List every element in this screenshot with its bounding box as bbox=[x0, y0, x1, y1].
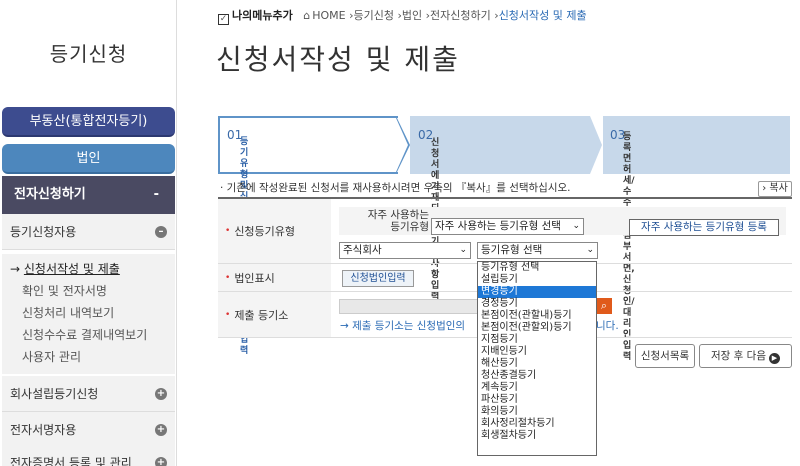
frequent-type-select[interactable]: 자주 사용하는 등기유형 선택 ⌄ bbox=[431, 218, 584, 235]
sidebar-section-esign[interactable]: 전자서명자용 + bbox=[2, 412, 175, 448]
dropdown-option[interactable]: 지배인등기 bbox=[478, 346, 596, 358]
registration-type-select[interactable]: 등기유형 선택 ⌄ bbox=[477, 242, 598, 259]
search-icon[interactable]: ⌕ bbox=[596, 298, 612, 314]
sidebar-ekey-header[interactable]: 전자신청하기 - bbox=[2, 176, 175, 214]
save-next-label: 저장 후 다음 bbox=[711, 350, 766, 362]
step-indicator: 01 등기유형 및 신청법인, 제출 등기소,등기사유 입력 02 신청서에 기… bbox=[218, 116, 790, 362]
breadcrumb-item[interactable]: 전자신청하기 bbox=[430, 9, 491, 22]
arrow-right-icon: → bbox=[10, 262, 21, 276]
form-row-type: • 신청등기유형 자주 사용하는 등기유형 자주 사용하는 등기유형 선택 ⌄ 자주 … bbox=[218, 199, 792, 264]
sidebar-item-payment[interactable]: 신청수수료 결제내역보기 bbox=[22, 326, 147, 343]
breadcrumb: ✓ 나의메뉴추가 ⌂ HOME ›등기신청 ›법인 ›전자신청하기 ›신청서작성 및… bbox=[218, 7, 587, 25]
register-frequent-type-button[interactable]: 자주 사용하는 등기유형 등록 bbox=[629, 219, 779, 236]
copy-notice: · 기존에 작성완료된 신청서를 재사용하시려면 우측의 『복사』를 선택하십시… bbox=[220, 182, 571, 194]
dropdown-option[interactable]: 본점이전(관할내)등기 bbox=[478, 310, 596, 322]
copy-button-label: 복사 bbox=[769, 183, 788, 194]
required-icon: • bbox=[225, 309, 231, 320]
sidebar-items: → 신청서작성 및 제출 확인 및 전자서명 신청처리 내역보기 신청수수료 결… bbox=[2, 254, 175, 374]
sidebar-section-company-label: 회사설립등기신청 bbox=[10, 387, 99, 401]
sidebar-section-apply-label: 등기신청자용 bbox=[10, 225, 77, 239]
plus-circle-icon[interactable]: + bbox=[155, 388, 167, 400]
breadcrumb-item[interactable]: 등기신청 bbox=[354, 9, 394, 22]
sidebar-item-sign[interactable]: 확인 및 전자서명 bbox=[22, 282, 107, 299]
step-arrow-inner bbox=[396, 118, 408, 172]
home-icon: ⌂ bbox=[303, 9, 311, 22]
chevron-down-icon: ⌄ bbox=[572, 221, 580, 231]
dropdown-option[interactable]: 해산등기 bbox=[478, 358, 596, 370]
dropdown-option[interactable]: 설립등기 bbox=[478, 274, 596, 286]
dropdown-option[interactable]: 파산등기 bbox=[478, 394, 596, 406]
dropdown-option[interactable]: 회생절차등기 bbox=[478, 430, 596, 442]
save-next-button[interactable]: 저장 후 다음 ▶ bbox=[699, 344, 792, 368]
dropdown-option[interactable]: 본점이전(관할외)등기 bbox=[478, 322, 596, 334]
dropdown-option[interactable]: 청산종결등기 bbox=[478, 370, 596, 382]
sidebar-item-history[interactable]: 신청처리 내역보기 bbox=[22, 304, 114, 321]
label-corp-display: • 법인표시 bbox=[218, 264, 331, 291]
sidebar-section-cert[interactable]: 전자증명서 등록 및 관리 + bbox=[2, 445, 175, 466]
minus-circle-icon[interactable]: – bbox=[155, 226, 167, 238]
dropdown-option[interactable]: 변경등기 bbox=[478, 286, 596, 298]
chevron-down-icon: ⌄ bbox=[586, 245, 594, 255]
step-arrow bbox=[590, 116, 602, 174]
required-icon: • bbox=[225, 272, 231, 283]
sidebar-realestate-button[interactable]: 부동산(통합전자등기) bbox=[2, 107, 175, 137]
checkbox-icon[interactable]: ✓ bbox=[218, 14, 229, 25]
dropdown-option[interactable]: 회사정리절차등기 bbox=[478, 418, 596, 430]
my-menu-add[interactable]: 나의메뉴추가 bbox=[232, 9, 293, 22]
breadcrumb-home[interactable]: HOME bbox=[312, 9, 345, 22]
sidebar-ekey-label: 전자신청하기 bbox=[14, 187, 86, 202]
sidebar-section-esign-label: 전자서명자용 bbox=[10, 423, 77, 437]
chevron-down-icon: ⌄ bbox=[459, 245, 467, 255]
sidebar-section-apply[interactable]: 등기신청자용 – bbox=[2, 214, 175, 250]
dropdown-option[interactable]: 계속등기 bbox=[478, 382, 596, 394]
dropdown-option[interactable]: 지점등기 bbox=[478, 334, 596, 346]
sidebar-corporate-button[interactable]: 법인 bbox=[2, 144, 175, 174]
sidebar-item-write[interactable]: → 신청서작성 및 제출 bbox=[10, 260, 120, 277]
sidebar-item-users[interactable]: 사용자 관리 bbox=[22, 348, 81, 365]
label-registration-type: • 신청등기유형 bbox=[218, 199, 331, 263]
dropdown-option[interactable]: 화의등기 bbox=[478, 406, 596, 418]
plus-circle-icon[interactable]: + bbox=[155, 457, 167, 466]
sidebar-section-company[interactable]: 회사설립등기신청 + bbox=[2, 376, 175, 412]
sidebar-section-cert-label: 전자증명서 등록 및 관리 bbox=[10, 456, 132, 466]
corp-kind-select[interactable]: 주식회사 ⌄ bbox=[339, 242, 471, 259]
dropdown-option[interactable]: 등기유형 선택 bbox=[478, 262, 596, 274]
office-note: → 제출 등기소는 신청법인의 bbox=[340, 320, 466, 332]
play-icon: ▶ bbox=[768, 353, 780, 364]
label-registry-office: • 제출 등기소 bbox=[218, 292, 331, 337]
plus-circle-icon[interactable]: + bbox=[155, 424, 167, 436]
copy-button[interactable]: › 복사 bbox=[758, 181, 792, 197]
frequent-type-label: 자주 사용하는 등기유형 bbox=[367, 209, 429, 233]
breadcrumb-current: 신청서작성 및 제출 bbox=[498, 9, 587, 22]
required-icon: • bbox=[225, 226, 231, 236]
application-list-button[interactable]: 신청서목록 bbox=[635, 344, 695, 368]
page-title: 신청서작성 및 제출 bbox=[216, 43, 460, 76]
collapse-icon[interactable]: - bbox=[154, 176, 159, 214]
registration-type-dropdown[interactable]: 등기유형 선택 설립등기 변경등기 경정등기 본점이전(관할내)등기 본점이전(관할외)등… bbox=[477, 261, 597, 456]
registry-office-input[interactable] bbox=[339, 299, 478, 314]
dropdown-option[interactable]: 경정등기 bbox=[478, 298, 596, 310]
sidebar: 등기신청 부동산(통합전자등기) 법인 전자신청하기 - 등기신청자용 – → … bbox=[0, 0, 177, 466]
breadcrumb-item[interactable]: 법인 bbox=[402, 9, 422, 22]
office-note-tail: 니다. bbox=[596, 320, 619, 332]
corp-input-button[interactable]: 신청법인입력 bbox=[342, 270, 414, 287]
sidebar-title: 등기신청 bbox=[49, 42, 128, 66]
